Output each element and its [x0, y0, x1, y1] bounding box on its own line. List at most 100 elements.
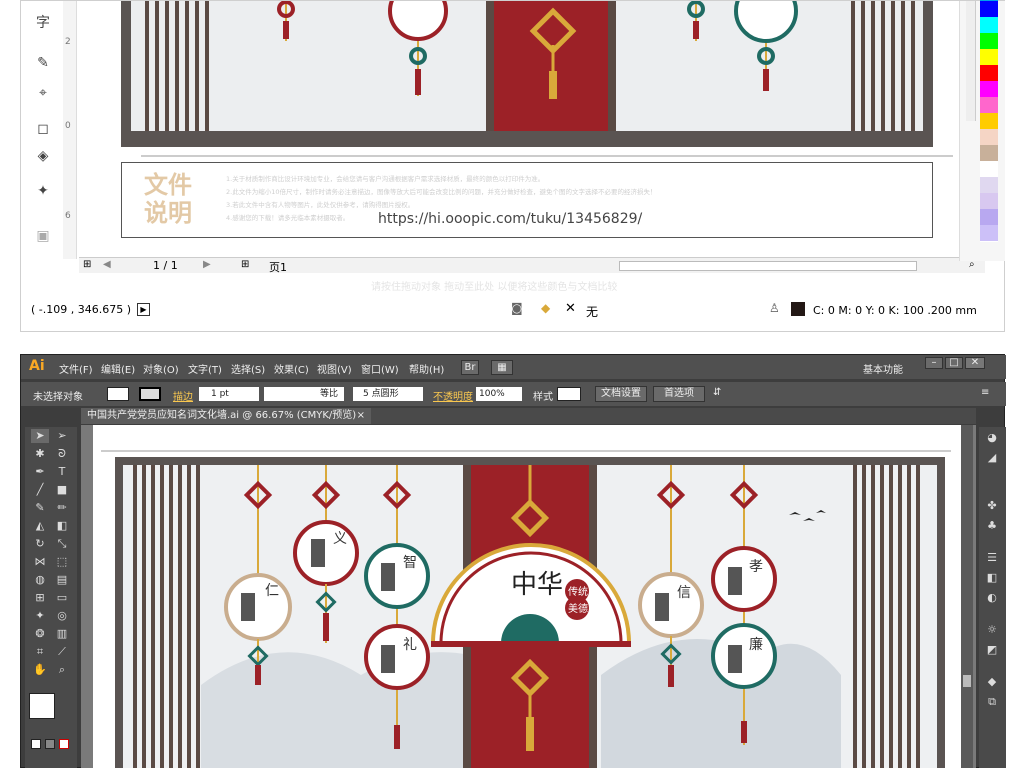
- fill-icon[interactable]: ◆: [541, 301, 550, 315]
- width-tool-icon[interactable]: ⋈: [31, 555, 49, 569]
- stroke-panel-icon[interactable]: ☰: [983, 551, 1001, 565]
- text-tool-icon[interactable]: T: [53, 465, 71, 479]
- slice-tool-icon[interactable]: ⟋: [53, 645, 71, 659]
- close-tab-icon[interactable]: ×: [357, 408, 365, 424]
- artboard-label[interactable]: 页1: [269, 259, 287, 275]
- rectangle-tool-icon[interactable]: ◻: [33, 119, 53, 139]
- graphic-styles-icon[interactable]: ◩: [983, 643, 1001, 657]
- none-fill-icon[interactable]: ✕: [565, 301, 576, 316]
- magic-wand-icon[interactable]: ✱: [31, 447, 49, 461]
- hand-tool-icon[interactable]: ✋: [31, 663, 49, 677]
- appearance-icon[interactable]: ☼: [983, 623, 1001, 637]
- opacity-field[interactable]: 100%: [476, 387, 522, 401]
- pen-tool-icon[interactable]: ✒: [31, 465, 49, 479]
- document-setup-button[interactable]: 文档设置: [595, 386, 647, 402]
- symbols-icon[interactable]: ♣: [983, 519, 1001, 533]
- line-tool-icon[interactable]: ╱: [31, 483, 49, 497]
- next-page-icon[interactable]: ▶: [203, 259, 211, 270]
- page-indicator[interactable]: 1 / 1: [153, 259, 178, 272]
- selection-tool-icon[interactable]: ➤: [31, 429, 49, 443]
- mesh-icon[interactable]: ⊞: [31, 591, 49, 605]
- swatch[interactable]: [980, 33, 998, 50]
- paintbrush-icon[interactable]: ✎: [31, 501, 49, 515]
- brushes-icon[interactable]: ✤: [983, 499, 1001, 513]
- swatch[interactable]: [980, 49, 998, 66]
- opacity-label[interactable]: 不透明度: [433, 388, 473, 403]
- perspective-grid-icon[interactable]: ▤: [53, 573, 71, 587]
- play-button[interactable]: ▶: [137, 303, 150, 316]
- last-page-icon[interactable]: ⊞: [241, 259, 249, 270]
- workspace-switcher[interactable]: 基本功能: [863, 361, 903, 376]
- color-chip[interactable]: [791, 302, 805, 316]
- canvas-scroll-thumb[interactable]: [963, 675, 971, 687]
- document-tab[interactable]: 中国共产党党员应知名词文化墙.ai @ 66.67% (CMYK/预览) ×: [81, 408, 371, 424]
- menu-effect[interactable]: 效果(C): [274, 361, 309, 376]
- variable-width-select[interactable]: 等比: [264, 387, 344, 401]
- swatch[interactable]: [980, 193, 998, 210]
- swatch[interactable]: [980, 1, 998, 18]
- pencil-icon[interactable]: ✏: [53, 501, 71, 515]
- type-tool-icon[interactable]: 字: [33, 13, 53, 33]
- eraser-icon[interactable]: ◧: [53, 519, 71, 533]
- eyedropper-icon[interactable]: ✦: [31, 609, 49, 623]
- swatch[interactable]: [980, 65, 998, 82]
- scale-icon[interactable]: ⤡: [53, 537, 71, 551]
- layers-icon[interactable]: ◆: [983, 675, 1001, 689]
- panel-menu-icon[interactable]: ≡: [981, 387, 989, 398]
- swatch[interactable]: [980, 209, 998, 226]
- menu-select[interactable]: 选择(S): [231, 361, 265, 376]
- bridge-button[interactable]: Br: [461, 360, 479, 375]
- pen-tool-icon[interactable]: ✎: [33, 53, 53, 73]
- gradient-mode-button[interactable]: [45, 739, 55, 749]
- color-panel-icon[interactable]: ◕: [983, 431, 1001, 445]
- menu-file[interactable]: 文件(F): [59, 361, 93, 376]
- stroke-weight-field[interactable]: 1 pt: [199, 387, 259, 401]
- gradient-icon[interactable]: ▭: [53, 591, 71, 605]
- arrange-icon[interactable]: ⇵: [713, 387, 721, 398]
- swatch[interactable]: [980, 97, 998, 114]
- blend-icon[interactable]: ◎: [53, 609, 71, 623]
- none-mode-button[interactable]: [59, 739, 69, 749]
- color-mode-button[interactable]: [31, 739, 41, 749]
- anchor-tool-icon[interactable]: ⌖: [33, 83, 53, 103]
- fill-swatch[interactable]: [107, 387, 129, 401]
- first-page-icon[interactable]: ⊞: [83, 259, 91, 270]
- gradient-panel-icon[interactable]: ◧: [983, 571, 1001, 585]
- fill-color-box[interactable]: [29, 693, 55, 719]
- swatch[interactable]: [980, 17, 998, 34]
- close-button[interactable]: ✕: [965, 357, 985, 369]
- prev-page-icon[interactable]: ◀: [103, 259, 111, 270]
- arrange-docs-button[interactable]: ▦: [491, 360, 513, 375]
- stroke-swatch[interactable]: [139, 387, 161, 401]
- menu-window[interactable]: 窗口(W): [361, 361, 399, 376]
- brush-select[interactable]: 5 点圆形: [353, 387, 423, 401]
- horizontal-scrollbar[interactable]: [619, 261, 917, 271]
- free-transform-icon[interactable]: ⬚: [53, 555, 71, 569]
- stroke-pen-icon[interactable]: ♙: [769, 301, 780, 315]
- stroke-label[interactable]: 描边: [173, 388, 193, 403]
- shape-builder-icon[interactable]: ◍: [31, 573, 49, 587]
- rotate-icon[interactable]: ↻: [31, 537, 49, 551]
- lasso-icon[interactable]: ᘐ: [53, 447, 71, 461]
- swatch[interactable]: [980, 81, 998, 98]
- swatch[interactable]: [980, 129, 998, 146]
- eyedropper-icon[interactable]: ✦: [33, 181, 53, 201]
- swatch[interactable]: [980, 113, 998, 130]
- menu-view[interactable]: 视图(V): [317, 361, 352, 376]
- minimize-button[interactable]: –: [925, 357, 943, 369]
- swatch-scrollbar[interactable]: [966, 1, 976, 121]
- graphic-style-select[interactable]: [557, 387, 581, 401]
- menu-help[interactable]: 帮助(H): [409, 361, 444, 376]
- preferences-button[interactable]: 首选项: [653, 386, 705, 402]
- swatch[interactable]: [980, 177, 998, 194]
- menu-edit[interactable]: 编辑(E): [101, 361, 135, 376]
- canvas-area[interactable]: 中华 传统 美德 仁 义 智 礼 信 孝 廉: [81, 425, 976, 768]
- paint-bucket-icon[interactable]: ◈: [33, 146, 53, 166]
- menu-type[interactable]: 文字(T): [188, 361, 222, 376]
- symbol-tool-icon[interactable]: ▣: [33, 226, 53, 246]
- swatch[interactable]: [980, 145, 998, 162]
- rectangle-tool-icon[interactable]: ■: [53, 483, 71, 497]
- artboards-icon[interactable]: ⧉: [983, 695, 1001, 709]
- maximize-button[interactable]: □: [945, 357, 963, 369]
- symbol-sprayer-icon[interactable]: ❂: [31, 627, 49, 641]
